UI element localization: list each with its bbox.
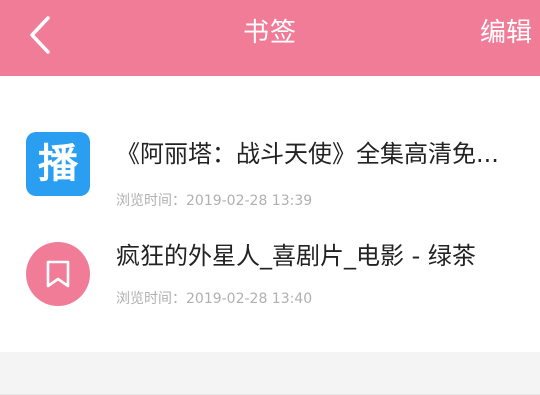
bookmark-icon — [46, 260, 70, 288]
bookmark-title: 疯狂的外星人_喜剧片_电影 - 绿茶 — [116, 242, 476, 270]
edit-button[interactable]: 编辑 — [480, 16, 532, 50]
bookmark-item[interactable]: 疯狂的外星人_喜剧片_电影 - 绿茶 浏览时间：2019-02-28 13:40 — [0, 214, 540, 334]
bookmark-time: 浏览时间：2019-02-28 13:39 — [116, 193, 313, 209]
bookmark-list: 播 《阿丽塔：战斗天使》全集高清免... 浏览时间：2019-02-28 13:… — [0, 76, 540, 395]
page-title: 书签 — [242, 18, 297, 48]
bookmark-title: 《阿丽塔：战斗天使》全集高清免... — [116, 140, 499, 168]
top-bar: 书签 编辑 — [0, 0, 540, 76]
play-glyph: 播 — [38, 141, 78, 187]
bookmark-item[interactable]: 播 《阿丽塔：战斗天使》全集高清免... 浏览时间：2019-02-28 13:… — [0, 94, 540, 214]
bookmark-thumb — [26, 242, 90, 306]
bookmark-time: 浏览时间：2019-02-28 13:40 — [116, 291, 313, 307]
site-icon: 播 — [26, 132, 90, 196]
